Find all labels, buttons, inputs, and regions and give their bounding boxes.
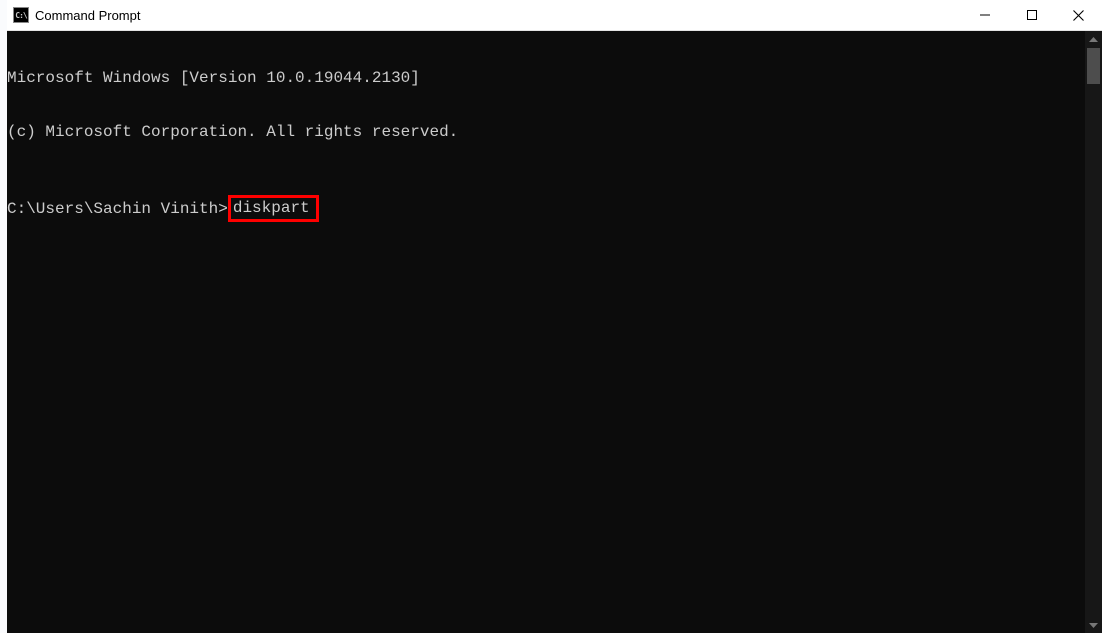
cmd-icon: C:\ bbox=[13, 7, 29, 23]
command-highlight: diskpart bbox=[228, 195, 319, 222]
maximize-button[interactable] bbox=[1008, 0, 1055, 30]
background-edge bbox=[0, 0, 7, 633]
vertical-scrollbar[interactable] bbox=[1085, 31, 1102, 633]
terminal-area-wrap: Microsoft Windows [Version 10.0.19044.21… bbox=[7, 31, 1102, 633]
window-controls bbox=[961, 0, 1102, 30]
scroll-up-button[interactable] bbox=[1085, 31, 1102, 48]
close-icon bbox=[1073, 10, 1084, 21]
maximize-icon bbox=[1027, 10, 1037, 20]
prompt-text: C:\Users\Sachin Vinith> bbox=[7, 200, 228, 218]
minimize-icon bbox=[980, 10, 990, 20]
chevron-down-icon bbox=[1089, 622, 1098, 628]
scroll-down-button[interactable] bbox=[1085, 616, 1102, 633]
titlebar[interactable]: C:\ Command Prompt bbox=[7, 0, 1102, 31]
terminal-area[interactable]: Microsoft Windows [Version 10.0.19044.21… bbox=[7, 31, 1085, 633]
version-line: Microsoft Windows [Version 10.0.19044.21… bbox=[7, 69, 1085, 87]
scroll-thumb[interactable] bbox=[1087, 48, 1100, 84]
prompt-line: C:\Users\Sachin Vinith>diskpart bbox=[7, 195, 1085, 222]
chevron-up-icon bbox=[1089, 37, 1098, 43]
copyright-line: (c) Microsoft Corporation. All rights re… bbox=[7, 123, 1085, 141]
close-button[interactable] bbox=[1055, 0, 1102, 30]
command-prompt-window: C:\ Command Prompt Microsoft Windows [Ve… bbox=[7, 0, 1102, 633]
window-title: Command Prompt bbox=[35, 8, 961, 23]
minimize-button[interactable] bbox=[961, 0, 1008, 30]
